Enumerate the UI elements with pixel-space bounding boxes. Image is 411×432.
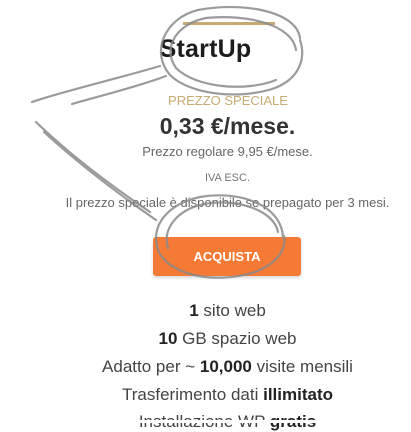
feature-visits: Adatto per ~ 10,000 visite mensili [0,357,411,377]
special-price-label: PREZZO SPECIALE [168,93,288,108]
feature-sites-label: sito web [198,301,266,320]
regular-price: Prezzo regolare 9,95 €/mese. [142,144,313,159]
buy-button[interactable]: ACQUISTA [153,237,301,276]
feature-storage: 10 GB spazio web [0,329,411,349]
vat-note: IVA ESC. [204,172,251,184]
feature-visits-prefix: Adatto per ~ [102,357,200,376]
price: 0,33 €/mese. [159,113,296,139]
feature-transfer-value: illimitato [263,385,333,404]
feature-visits-value: 10,000 [199,357,252,376]
feature-storage-value: 10 [158,329,178,348]
feature-storage-label: GB spazio web [177,329,297,348]
feature-sites: 1 sito web [0,301,411,321]
feature-visits-label: visite mensili [251,357,353,376]
pricing-card: StartUp PREZZO SPECIALE 0,33 €/mese. Pre… [0,0,411,431]
feature-transfer: Trasferimento dati illimitato [0,385,411,405]
special-price-note: Il prezzo speciale è disponibile se prep… [65,195,390,210]
plan-title: StartUp [159,35,252,63]
feature-transfer-prefix: Trasferimento dati [122,385,264,404]
feature-sites-value: 1 [189,301,199,320]
title-accent-bar [183,22,275,25]
